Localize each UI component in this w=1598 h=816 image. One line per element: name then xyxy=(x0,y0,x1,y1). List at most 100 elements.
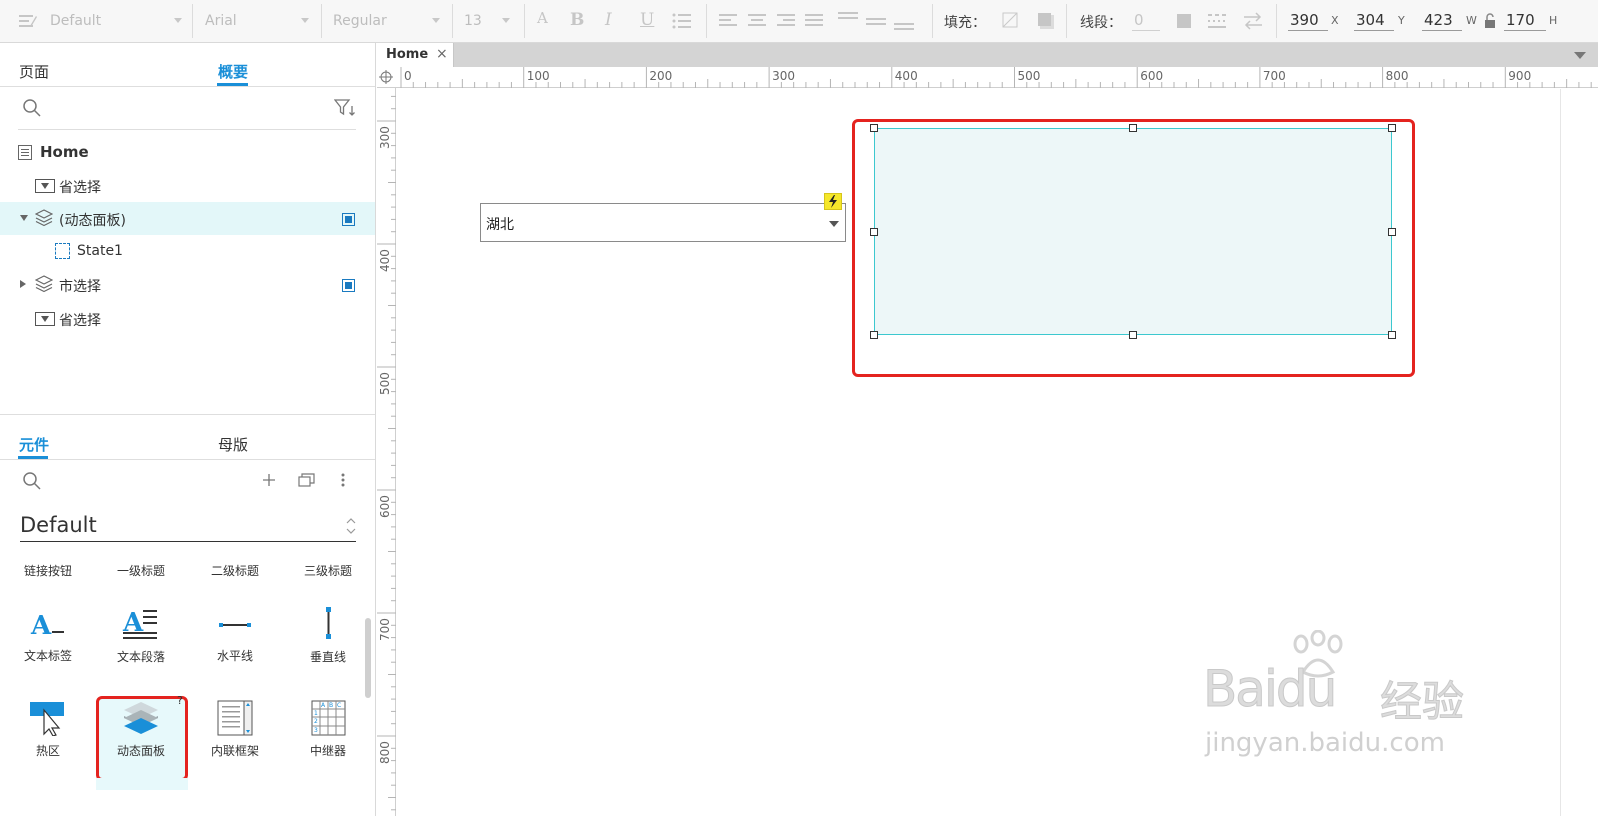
search-icon[interactable] xyxy=(22,98,42,118)
tab-pages[interactable]: 页面 xyxy=(19,61,49,82)
ruler-label: 800 xyxy=(378,741,392,764)
line-color-icon[interactable] xyxy=(1176,13,1192,29)
widget-label: 垂直线 xyxy=(309,650,346,664)
tab-masters[interactable]: 母版 xyxy=(218,434,248,455)
resize-handle[interactable] xyxy=(1129,124,1137,132)
style-icon xyxy=(19,15,37,27)
tab-widgets[interactable]: 元件 xyxy=(19,434,49,455)
widget-label: 内联框架 xyxy=(210,744,259,758)
dynamic-panel-widget[interactable] xyxy=(874,128,1392,335)
library-scrollbar[interactable] xyxy=(365,618,371,698)
help-icon[interactable]: ? xyxy=(177,694,183,707)
widget-repeater[interactable]: ABC 123 中继器 xyxy=(293,700,363,759)
add-icon[interactable] xyxy=(262,473,276,487)
collapse-caret-icon[interactable] xyxy=(20,280,26,288)
widget-heading1[interactable]: 一级标题 xyxy=(106,562,176,579)
italic-icon[interactable]: I xyxy=(605,10,612,30)
resize-handle[interactable] xyxy=(1129,331,1137,339)
bullet-list-icon[interactable] xyxy=(672,13,692,29)
tab-list-chevron-icon[interactable] xyxy=(1574,52,1586,59)
province-dropdown[interactable]: 湖北 xyxy=(480,203,846,242)
repeater-icon: ABC 123 xyxy=(311,700,346,736)
x-input[interactable]: 390 xyxy=(1288,9,1328,31)
widget-label: 水平线 xyxy=(216,649,253,663)
tree-item-label: 省选择 xyxy=(59,180,101,196)
divider xyxy=(321,4,322,38)
hotspot-icon xyxy=(30,702,64,737)
ruler-label: 800 xyxy=(1385,69,1409,83)
library-manage-icon[interactable] xyxy=(298,472,316,488)
ruler-vertical: 300 400 500 600 700 800 xyxy=(377,88,396,816)
fill-color-icon[interactable] xyxy=(1002,12,1019,29)
widget-hotspot[interactable]: 热区 xyxy=(13,700,83,759)
more-icon[interactable] xyxy=(340,472,346,488)
widget-inline-frame[interactable]: 内联框架 xyxy=(200,700,270,759)
interaction-badge[interactable] xyxy=(824,193,842,210)
expand-caret-icon[interactable] xyxy=(20,215,28,221)
library-select[interactable]: Default xyxy=(20,513,356,542)
widget-hline[interactable]: 水平线 xyxy=(200,609,270,664)
widget-vline[interactable]: 垂直线 xyxy=(293,606,363,665)
bold-icon[interactable]: B xyxy=(570,10,584,30)
arrow-style-icon[interactable] xyxy=(1242,11,1264,31)
up-down-chevron-icon xyxy=(346,518,356,534)
tree-item-dynamic-panel[interactable]: (动态面板) xyxy=(0,202,375,235)
valign-icons xyxy=(838,12,914,30)
widget-text-label[interactable]: A 文本标签 xyxy=(13,609,83,664)
tab-home[interactable]: Home × xyxy=(377,43,454,67)
widget-dynamic-panel[interactable]: 动态面板 xyxy=(106,700,176,759)
ruler-label: 100 xyxy=(526,69,550,83)
font-size-select[interactable]: 13 xyxy=(464,0,516,42)
font-family-select[interactable]: Arial xyxy=(205,0,315,42)
divider xyxy=(192,4,193,38)
resize-handle[interactable] xyxy=(1388,331,1396,339)
underline-icon[interactable]: U xyxy=(640,10,654,30)
resize-handle[interactable] xyxy=(870,331,878,339)
close-icon[interactable]: × xyxy=(436,46,448,62)
style-select[interactable]: Default xyxy=(18,0,188,42)
visibility-toggle[interactable] xyxy=(342,213,355,226)
ruler-label: 0 xyxy=(404,69,412,83)
resize-handle[interactable] xyxy=(1388,228,1396,236)
resize-handle[interactable] xyxy=(1388,124,1396,132)
style-value: Default xyxy=(50,13,102,29)
widget-paragraph[interactable]: A 文本段落 xyxy=(106,606,176,665)
search-icon[interactable] xyxy=(22,471,42,491)
font-weight-select[interactable]: Regular xyxy=(333,0,446,42)
resize-handle[interactable] xyxy=(870,124,878,132)
widget-label: 文本段落 xyxy=(116,650,165,664)
shadow-icon[interactable] xyxy=(1037,12,1055,30)
resize-handle[interactable] xyxy=(870,228,878,236)
tree-item-label: Home xyxy=(40,143,89,161)
y-input[interactable]: 304 xyxy=(1354,9,1394,31)
ruler-label: 300 xyxy=(772,69,795,83)
w-input[interactable]: 423 xyxy=(1422,9,1462,31)
droplist-icon xyxy=(35,179,55,193)
text-label-icon: A xyxy=(30,611,64,641)
visibility-toggle[interactable] xyxy=(342,279,355,292)
dynamic-panel-icon xyxy=(124,702,158,734)
paragraph-icon: A xyxy=(122,608,157,639)
widget-heading2[interactable]: 二级标题 xyxy=(200,562,270,579)
font-color-icon[interactable]: A xyxy=(537,9,548,27)
tree-item-state1[interactable]: State1 xyxy=(0,235,375,268)
filter-icon[interactable] xyxy=(334,98,356,118)
widget-link-button[interactable]: 链接按钮 xyxy=(13,562,83,579)
ruler-label: 400 xyxy=(378,249,392,272)
divider xyxy=(452,4,453,38)
chevron-down-icon[interactable] xyxy=(829,221,839,227)
lock-icon[interactable] xyxy=(1484,13,1496,29)
chevron-down-icon xyxy=(432,18,440,23)
watermark-brand: Baidu xyxy=(1202,660,1337,719)
tree-item-province-select[interactable]: 省选择 xyxy=(0,169,375,202)
tab-outline[interactable]: 概要 xyxy=(218,61,248,82)
tree-item-city-select[interactable]: 市选择 xyxy=(0,268,375,301)
h-input[interactable]: 170 xyxy=(1504,9,1546,31)
w-label: W xyxy=(1466,14,1477,27)
tree-item-home[interactable]: Home xyxy=(0,135,375,168)
widget-heading3[interactable]: 三级标题 xyxy=(293,562,363,579)
tree-item-province-select-2[interactable]: 省选择 xyxy=(0,302,375,335)
line-width-input[interactable]: 0 xyxy=(1132,9,1160,31)
line-style-icon[interactable] xyxy=(1208,13,1230,29)
layers-icon xyxy=(35,209,53,227)
